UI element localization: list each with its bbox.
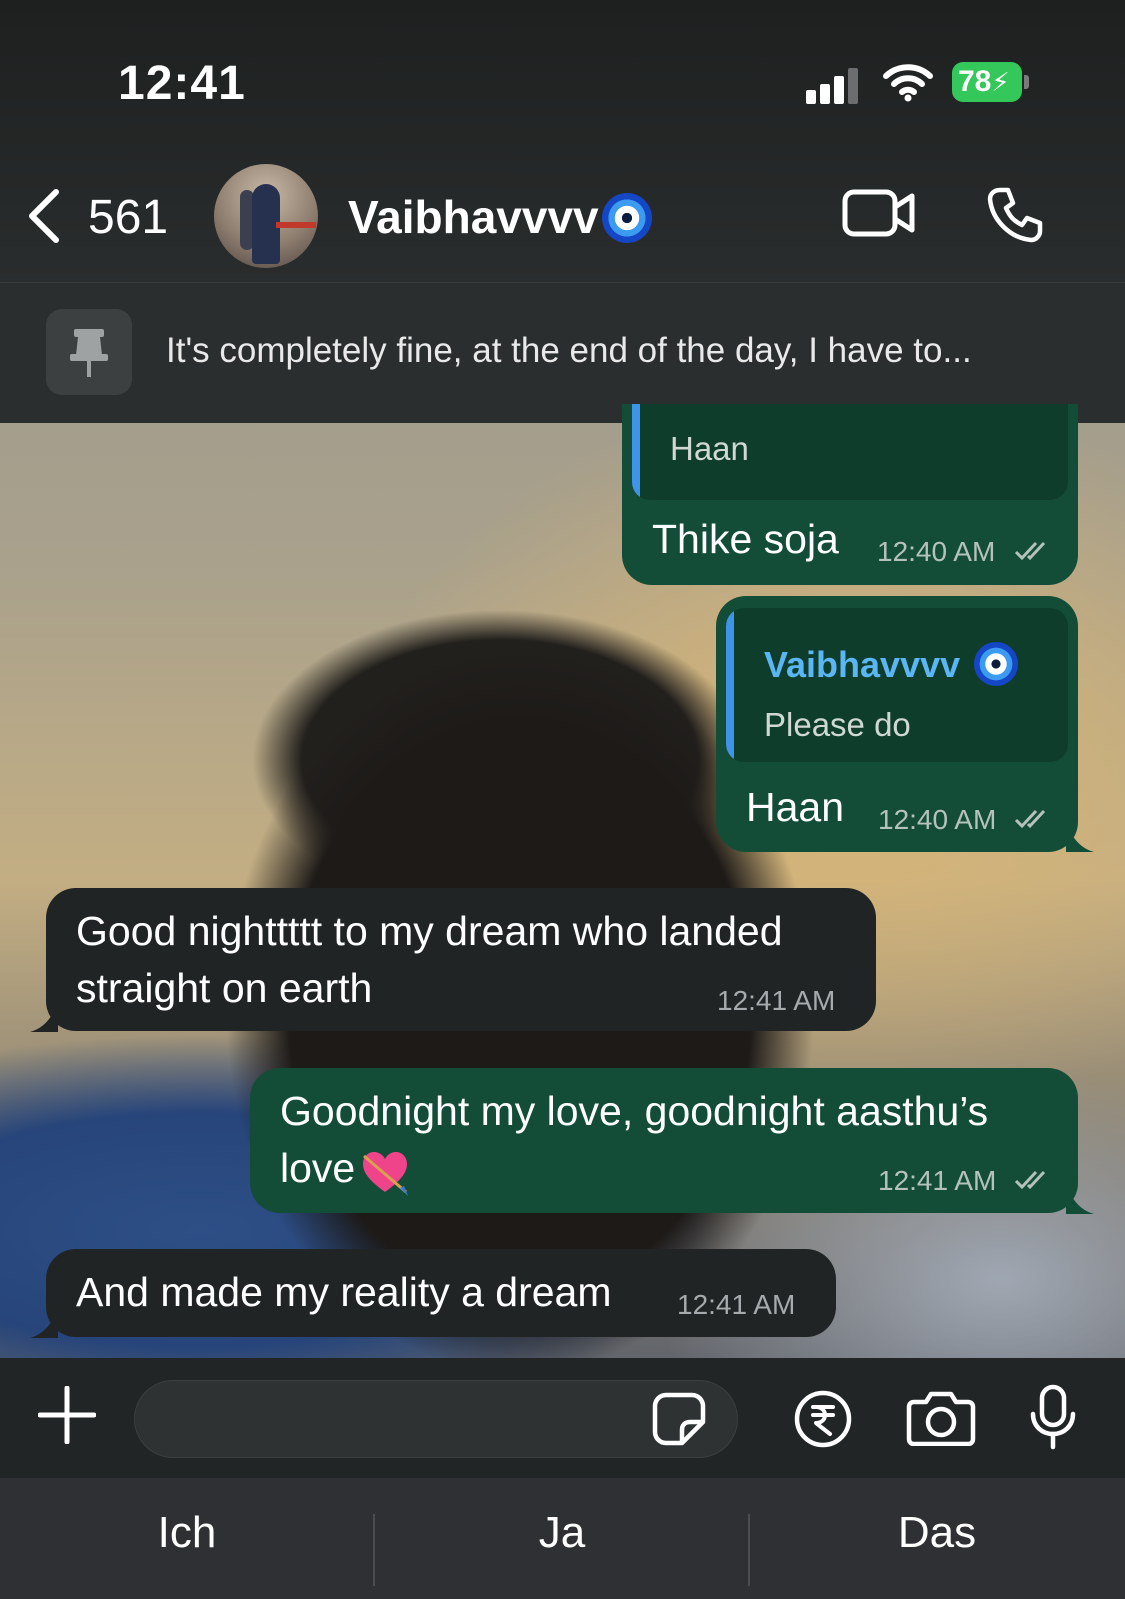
message-time: 12:41 AM (878, 1165, 997, 1196)
keyboard-suggestions: Ich Ja Das (0, 1478, 1125, 1599)
cellular-signal-icon (806, 66, 864, 104)
pin-button[interactable] (46, 309, 132, 395)
pin-icon (70, 329, 108, 377)
message-time: 12:40 AM (878, 804, 997, 835)
message-time: 12:40 AM (877, 536, 996, 567)
message-text: Haan (746, 784, 845, 830)
bubble-tail (1066, 1184, 1094, 1214)
quoted-message[interactable]: Vaibhavvvv Please do (726, 608, 1068, 762)
rupee-icon[interactable] (794, 1390, 852, 1448)
back-chevron-icon[interactable] (22, 186, 64, 246)
suggestion-3[interactable]: Das (750, 1478, 1124, 1599)
double-check-icon (1014, 1170, 1046, 1190)
message-text-line-1: Goodnight my love, goodnight aasthu’s (280, 1088, 989, 1134)
pinned-message-text: It's completely fine, at the end of the … (166, 331, 972, 370)
outgoing-message[interactable]: Vaibhavvvv Please do Haan 12:40 AM (716, 596, 1078, 852)
message-text-line-1: Good nighttttt to my dream who landed (76, 908, 783, 954)
contact-name[interactable]: Vaibhavvvv (348, 190, 599, 244)
message-text-line-2: love (280, 1145, 356, 1191)
unread-count[interactable]: 561 (88, 190, 168, 245)
bubble-tail (30, 1002, 58, 1032)
suggestion-2[interactable]: Ja (375, 1478, 749, 1599)
double-check-icon (1014, 809, 1046, 829)
mic-icon[interactable] (1028, 1384, 1078, 1450)
bubble-tail (30, 1308, 58, 1338)
heart-arrow-emoji-icon (363, 1152, 408, 1196)
quoted-text: Please do (764, 706, 911, 743)
suggestion-1[interactable]: Ich (0, 1478, 374, 1599)
video-call-icon[interactable] (842, 188, 916, 238)
outgoing-message[interactable]: Goodnight my love, goodnight aasthu’s lo… (250, 1068, 1078, 1213)
message-text: Thike soja (652, 516, 839, 562)
sticker-icon[interactable] (652, 1392, 706, 1446)
message-text: And made my reality a dream (76, 1269, 612, 1315)
outgoing-message[interactable]: Haan Thike soja 12:40 AM (622, 404, 1078, 585)
message-time: 12:41 AM (677, 1289, 796, 1320)
incoming-message[interactable]: And made my reality a dream 12:41 AM (46, 1249, 836, 1337)
quoted-sender-name: Vaibhavvvv (764, 644, 961, 685)
wifi-icon (883, 64, 933, 102)
evil-eye-emoji-icon (602, 193, 652, 243)
avatar[interactable] (214, 164, 318, 268)
double-check-icon (1014, 541, 1046, 561)
plus-icon[interactable] (38, 1386, 96, 1444)
camera-icon[interactable] (906, 1390, 976, 1446)
pinned-message-bar[interactable]: It's completely fine, at the end of the … (0, 282, 1125, 423)
evil-eye-emoji-icon (974, 642, 1018, 686)
phone-icon[interactable] (986, 186, 1044, 244)
quoted-text: Haan (670, 430, 749, 467)
message-time: 12:41 AM (717, 985, 836, 1016)
chat-header: 12:41 78⚡ 561 Vaibhavvvv (0, 0, 1125, 282)
bubble-tail (1066, 822, 1094, 852)
message-input[interactable] (134, 1380, 738, 1458)
battery-indicator: 78⚡ (952, 62, 1029, 102)
status-time: 12:41 (118, 57, 246, 110)
message-composer (0, 1358, 1125, 1478)
incoming-message[interactable]: Good nighttttt to my dream who landed st… (46, 888, 876, 1031)
quoted-message[interactable]: Haan (632, 404, 1068, 500)
battery-level: 78 (958, 65, 992, 98)
message-text-line-2: straight on earth (76, 965, 373, 1011)
